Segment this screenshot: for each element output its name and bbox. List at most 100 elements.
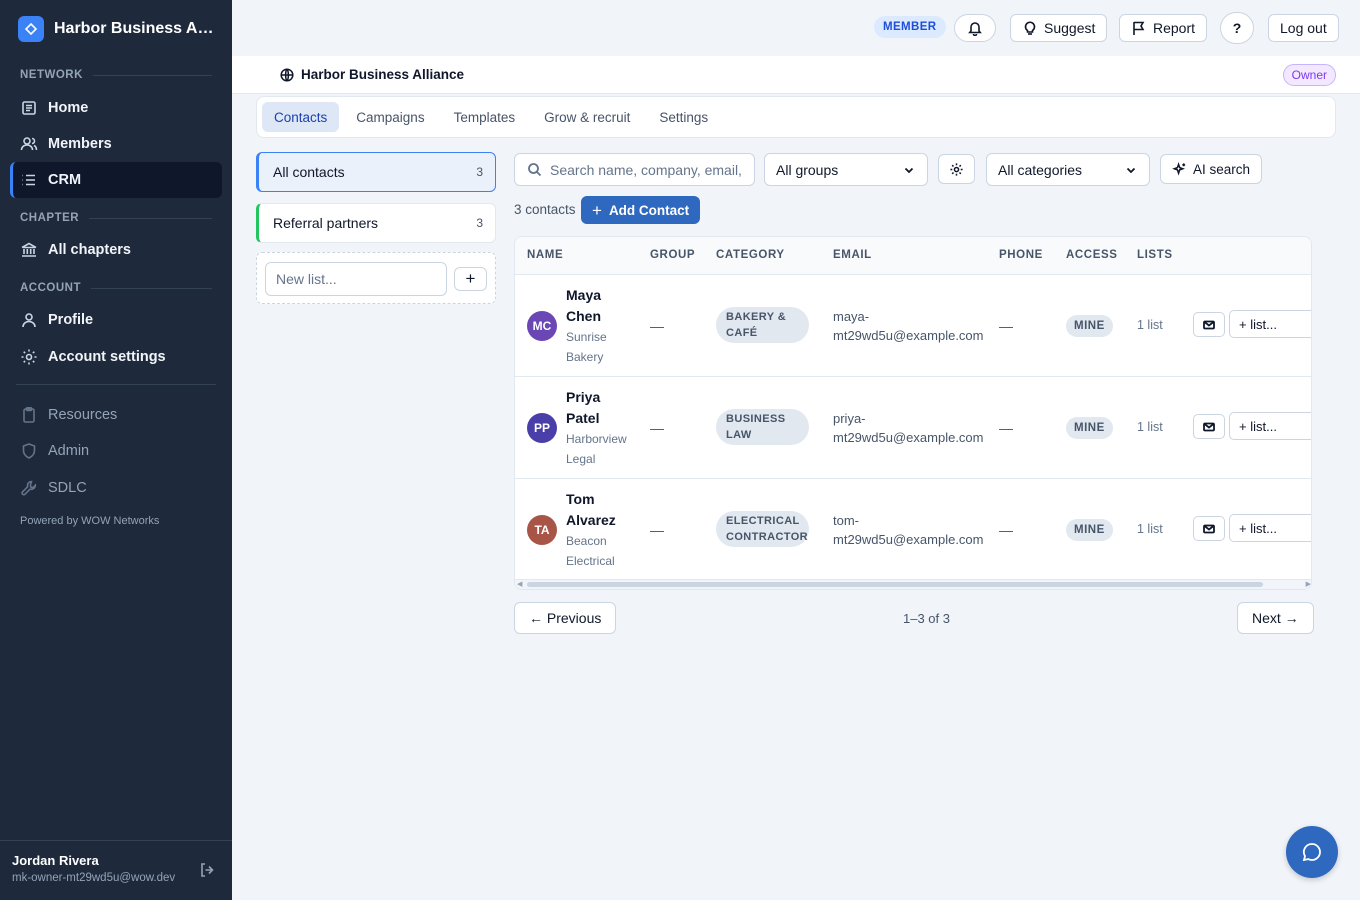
section-chapter-label: CHAPTER <box>20 212 212 224</box>
contact-company: Harborview Legal <box>566 432 627 466</box>
access-badge: MINE <box>1066 417 1113 439</box>
group-select[interactable]: All groups <box>764 153 928 186</box>
globe-icon <box>280 67 294 82</box>
column-header-name[interactable]: NAME <box>527 249 563 261</box>
add-contact-button[interactable]: + Add Contact <box>581 196 701 224</box>
scroll-right-icon[interactable]: ▶ <box>1306 580 1311 588</box>
table-row[interactable]: MC Maya Chen Sunrise Bakery — BAKERY & CAFÉ… <box>515 275 1311 377</box>
tab-campaigns[interactable]: Campaigns <box>344 102 436 132</box>
crm-tabs: Contacts Campaigns Templates Grow & recr… <box>256 96 1336 138</box>
sidebar-divider <box>16 384 216 385</box>
access-badge: MINE <box>1066 519 1113 541</box>
sidebar-item-crm[interactable]: CRM <box>10 162 222 198</box>
search-icon <box>528 163 542 177</box>
clipboard-icon <box>23 406 35 423</box>
contact-phone: — <box>999 522 1013 538</box>
sidebar-item-home[interactable]: Home <box>10 90 222 126</box>
sidebar-item-label: All chapters <box>48 242 131 258</box>
user-icon <box>22 313 36 328</box>
bell-icon <box>968 22 982 36</box>
sidebar-item-label: Admin <box>48 443 90 459</box>
column-header-category[interactable]: CATEGORY <box>716 249 785 261</box>
contact-company: Beacon Electrical <box>566 534 615 568</box>
chat-button[interactable] <box>1286 826 1338 878</box>
sign-out-icon[interactable] <box>198 861 216 879</box>
column-header-group[interactable]: GROUP <box>650 249 695 261</box>
tab-contacts[interactable]: Contacts <box>262 102 340 132</box>
sidebar-item-label: CRM <box>48 172 82 188</box>
email-contact-button[interactable] <box>1193 516 1225 541</box>
scrollbar-thumb[interactable] <box>527 582 1263 587</box>
email-contact-button[interactable] <box>1193 312 1225 337</box>
ai-search-button[interactable]: AI search <box>1160 154 1263 184</box>
flag-icon <box>1133 21 1145 35</box>
email-contact-button[interactable] <box>1193 414 1225 439</box>
column-header-email[interactable]: EMAIL <box>833 249 872 261</box>
newspaper-icon <box>22 101 36 115</box>
help-button[interactable]: ? <box>1220 12 1254 44</box>
gear-icon <box>21 349 37 365</box>
sidebar-item-resources[interactable]: Resources <box>10 397 222 433</box>
column-header-lists[interactable]: LISTS <box>1137 249 1173 261</box>
list-label: All contacts <box>273 164 345 180</box>
contact-name[interactable]: Tom Alvarez <box>566 489 646 531</box>
suggest-button[interactable]: Suggest <box>1010 14 1108 42</box>
sidebar-item-members[interactable]: Members <box>10 126 222 162</box>
logout-button[interactable]: Log out <box>1268 14 1339 42</box>
previous-page-button[interactable]: ← Previous <box>514 602 617 634</box>
brand-logo-icon <box>18 16 44 42</box>
user-box: Jordan Rivera mk-owner-mt29wd5u@wow.dev <box>0 840 232 900</box>
group-settings-button[interactable] <box>938 154 975 184</box>
sparkles-icon <box>1172 161 1186 176</box>
new-list-input[interactable] <box>265 262 447 296</box>
contact-lists: 1 list <box>1137 522 1163 536</box>
sidebar-item-sdlc[interactable]: SDLC <box>10 470 222 506</box>
tab-settings[interactable]: Settings <box>647 102 720 132</box>
contact-email: tom-mt29wd5u@example.com <box>833 513 984 547</box>
powered-by: Powered by WOW Networks <box>20 515 160 527</box>
contact-name[interactable]: Maya Chen <box>566 285 646 327</box>
avatar: PP <box>527 413 557 443</box>
sidebar-item-label: Members <box>48 136 112 152</box>
list-all-contacts[interactable]: All contacts 3 <box>256 152 496 192</box>
list-referral-partners[interactable]: Referral partners 3 <box>256 203 496 243</box>
tab-grow-recruit[interactable]: Grow & recruit <box>532 102 642 132</box>
contact-group: — <box>650 420 664 436</box>
sidebar-item-all-chapters[interactable]: All chapters <box>10 232 222 268</box>
column-header-phone[interactable]: PHONE <box>999 249 1043 261</box>
horizontal-scrollbar[interactable]: ◀ ▶ <box>515 579 1311 589</box>
top-bar: MEMBER Suggest Report ? Log out <box>232 0 1360 56</box>
contact-phone: — <box>999 420 1013 436</box>
brand[interactable]: Harbor Business Allia... <box>18 16 214 42</box>
category-select[interactable]: All categories <box>986 153 1150 186</box>
sidebar-item-account-settings[interactable]: Account settings <box>10 339 222 375</box>
report-button[interactable]: Report <box>1119 14 1208 42</box>
table-row[interactable]: TA Tom Alvarez Beacon Electrical — ELECTRI… <box>515 479 1311 581</box>
contact-name[interactable]: Priya Patel <box>566 387 646 429</box>
add-to-list-button[interactable]: + list... <box>1229 412 1311 440</box>
page-info: 1–3 of 3 <box>903 611 950 626</box>
scroll-left-icon[interactable]: ◀ <box>517 580 522 588</box>
user-name: Jordan Rivera <box>12 853 99 868</box>
shield-icon <box>22 443 36 459</box>
notifications-button[interactable] <box>954 14 996 42</box>
tab-templates[interactable]: Templates <box>442 102 528 132</box>
search-input[interactable] <box>550 161 750 178</box>
next-page-button[interactable]: Next → <box>1237 602 1314 634</box>
avatar: MC <box>527 311 557 341</box>
column-header-access[interactable]: ACCESS <box>1066 249 1118 261</box>
category-badge: BUSINESS LAW <box>716 409 809 445</box>
building-columns-icon <box>21 242 37 257</box>
sidebar-item-label: SDLC <box>48 480 87 496</box>
add-to-list-button[interactable]: + list... <box>1229 514 1311 542</box>
add-to-list-button[interactable]: + list... <box>1229 310 1311 338</box>
lightbulb-icon <box>1024 21 1036 35</box>
search-box <box>514 153 755 186</box>
role-badge: MEMBER <box>874 16 946 38</box>
sidebar-item-admin[interactable]: Admin <box>10 433 222 469</box>
brand-name: Harbor Business Allia... <box>54 20 214 37</box>
sidebar-item-profile[interactable]: Profile <box>10 302 222 338</box>
table-row[interactable]: PP Priya Patel Harborview Legal — BUSINESS… <box>515 377 1311 479</box>
contact-group: — <box>650 318 664 334</box>
add-list-button[interactable]: + <box>454 267 487 291</box>
